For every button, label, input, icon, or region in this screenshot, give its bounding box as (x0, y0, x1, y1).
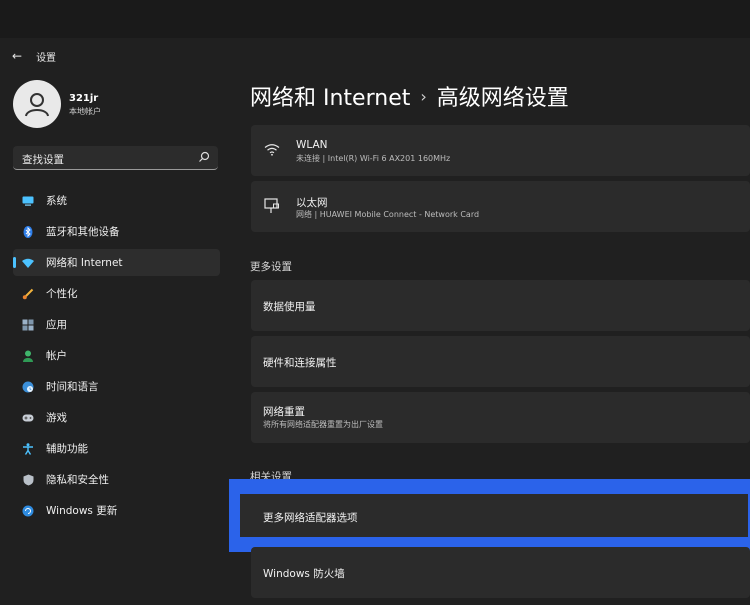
sidebar-item-system[interactable]: 系统 (13, 187, 220, 214)
setting-label: 网络重置 (263, 406, 305, 418)
gamepad-icon (22, 412, 34, 424)
search-placeholder: 查找设置 (22, 154, 64, 166)
setting-label: 更多网络适配器选项 (263, 512, 358, 524)
back-arrow-icon[interactable]: ← (12, 49, 22, 63)
setting-description: 将所有网络适配器重置为出厂设置 (263, 420, 383, 429)
sidebar-item-apps[interactable]: 应用 (13, 311, 220, 338)
search-input[interactable]: 查找设置 (13, 146, 218, 170)
sidebar-item-bluetooth[interactable]: 蓝牙和其他设备 (13, 218, 220, 245)
adapter-card-ethernet[interactable]: 以太网 网络 | HUAWEI Mobile Connect - Network… (251, 181, 750, 232)
sync-icon (22, 505, 34, 517)
sidebar-item-windows-update[interactable]: Windows 更新 (13, 497, 220, 524)
sidebar-item-label: 蓝牙和其他设备 (46, 226, 120, 238)
data-usage-item[interactable]: 数据使用量 (251, 280, 750, 331)
setting-label: Windows 防火墙 (263, 568, 345, 580)
breadcrumb-current: 高级网络设置 (436, 86, 569, 111)
wifi-icon (22, 257, 34, 269)
sidebar-item-gaming[interactable]: 游戏 (13, 404, 220, 431)
avatar[interactable] (13, 80, 61, 128)
sidebar-item-label: 游戏 (46, 412, 67, 424)
page-title: 网络和 Internet › 高级网络设置 (250, 80, 569, 112)
person-icon (25, 93, 49, 117)
sidebar-item-time-language[interactable]: 时间和语言 (13, 373, 220, 400)
adapter-detail: 网络 | HUAWEI Mobile Connect - Network Car… (296, 210, 480, 219)
sidebar-item-accounts[interactable]: 帐户 (13, 342, 220, 369)
breadcrumb-separator: › (420, 87, 427, 106)
adapter-name: WLAN (296, 139, 328, 151)
adapter-detail: 未连接 | Intel(R) Wi-Fi 6 AX201 160MHz (296, 154, 451, 163)
sidebar-item-label: 隐私和安全性 (46, 474, 109, 486)
sidebar-nav: 系统 蓝牙和其他设备 网络和 Internet 个性化 应用 帐户 时间和语言 … (13, 187, 220, 528)
shield-icon (22, 474, 34, 486)
sidebar-item-label: 个性化 (46, 288, 78, 300)
window-title: 设置 (36, 52, 57, 64)
bluetooth-icon (22, 225, 34, 238)
person-icon (22, 350, 34, 362)
sidebar-item-network[interactable]: 网络和 Internet (13, 249, 220, 276)
accessibility-icon (22, 442, 34, 455)
adapter-name: 以太网 (296, 197, 328, 209)
sidebar-item-label: 网络和 Internet (46, 257, 123, 269)
sidebar-item-label: 时间和语言 (46, 381, 99, 393)
more-settings-heading: 更多设置 (250, 261, 292, 273)
more-adapter-options-item[interactable]: 更多网络适配器选项 (240, 494, 748, 537)
breadcrumb-parent[interactable]: 网络和 Internet (250, 86, 410, 111)
windows-firewall-item[interactable]: Windows 防火墙 (251, 547, 750, 598)
globe-clock-icon (22, 381, 34, 393)
network-reset-item[interactable]: 网络重置 将所有网络适配器重置为出厂设置 (251, 392, 750, 443)
search-icon[interactable] (198, 151, 210, 163)
account-type: 本地帐户 (69, 107, 101, 116)
wifi-icon (264, 144, 280, 156)
monitor-icon (22, 195, 34, 207)
sidebar-item-privacy[interactable]: 隐私和安全性 (13, 466, 220, 493)
sidebar-item-label: 应用 (46, 319, 67, 331)
sidebar-item-label: 辅助功能 (46, 443, 88, 455)
setting-label: 数据使用量 (263, 301, 316, 313)
sidebar-item-label: 帐户 (46, 350, 67, 362)
ethernet-icon (264, 198, 279, 213)
setting-label: 硬件和连接属性 (263, 357, 337, 369)
sidebar-item-label: Windows 更新 (46, 505, 118, 517)
sidebar-item-personalization[interactable]: 个性化 (13, 280, 220, 307)
active-indicator (13, 257, 16, 268)
sidebar-item-label: 系统 (46, 195, 67, 207)
adapter-card-wlan[interactable]: WLAN 未连接 | Intel(R) Wi-Fi 6 AX201 160MHz (251, 125, 750, 176)
brush-icon (22, 288, 34, 300)
top-nav: ← 设置 (12, 47, 56, 65)
sidebar-item-accessibility[interactable]: 辅助功能 (13, 435, 220, 462)
hardware-properties-item[interactable]: 硬件和连接属性 (251, 336, 750, 387)
apps-icon (22, 319, 34, 331)
user-name: 321jr (69, 93, 99, 104)
title-bar (0, 0, 750, 38)
